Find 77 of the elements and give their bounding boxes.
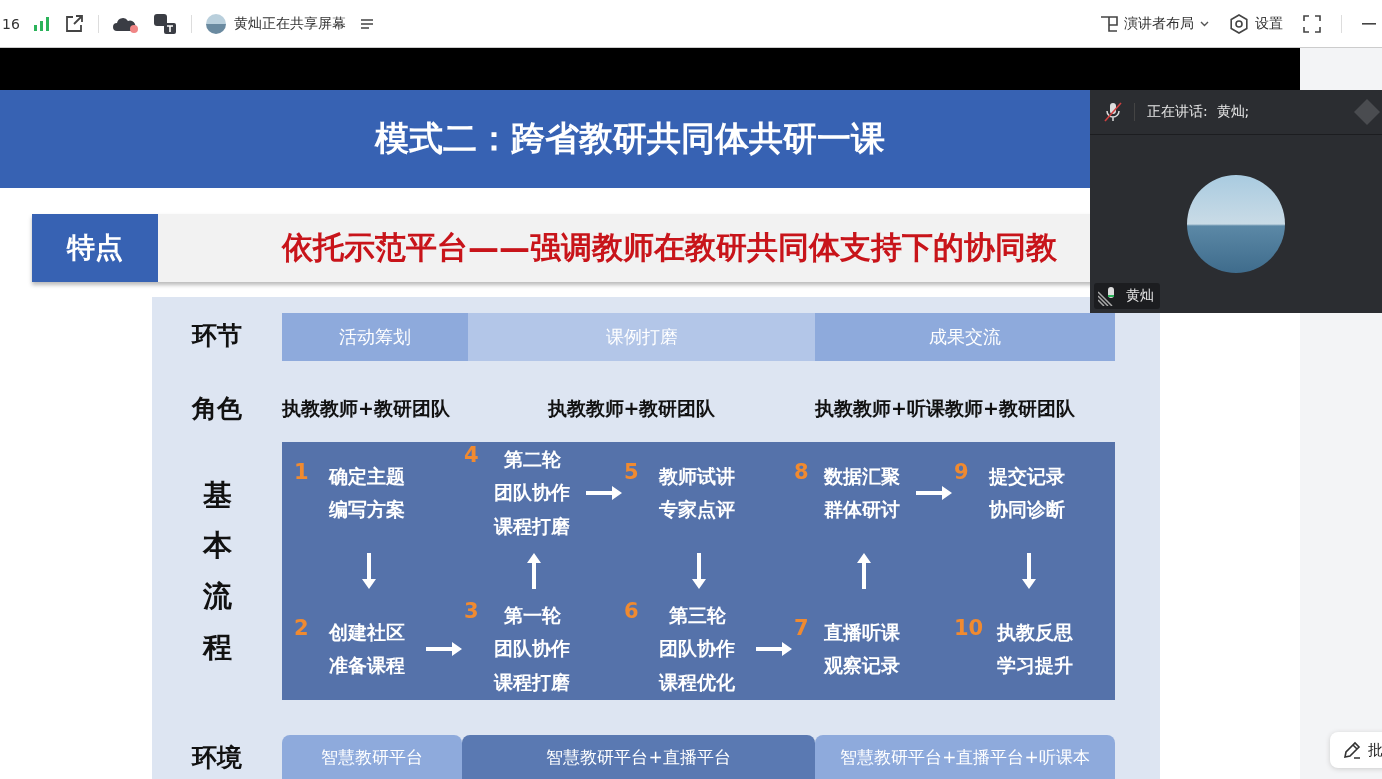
step-text: 课程打磨 (494, 669, 571, 695)
up-arrow-icon (856, 553, 872, 589)
role-text: 执教教师+听课教师+教研团队 (815, 395, 1076, 421)
step-text: 创建社区 (329, 619, 406, 645)
step-text: 群体研讨 (824, 497, 901, 522)
step-text: 专家点评 (659, 497, 736, 522)
avatar (205, 13, 226, 34)
row-label: 基本流程 (202, 476, 232, 666)
step-number: 2 (294, 615, 309, 641)
share-icon[interactable] (63, 13, 84, 34)
step-number: 3 (464, 599, 479, 625)
layout-button[interactable]: 演讲者布局 (1100, 14, 1209, 33)
muted-microphone-icon[interactable] (1104, 102, 1122, 122)
step-number: 6 (624, 599, 639, 625)
step-number: 9 (954, 459, 969, 485)
step-text: 第一轮 (503, 603, 561, 629)
down-arrow-icon (361, 553, 377, 589)
step-number: 4 (464, 443, 479, 469)
step-number: 5 (624, 459, 639, 485)
step-text: 课程优化 (659, 669, 736, 695)
sharing-status-text: 黄灿正在共享屏幕 (233, 14, 346, 33)
participant-name: 黄灿 (1126, 287, 1154, 305)
minimize-icon[interactable] (1362, 22, 1376, 25)
chevron-down-icon (1200, 20, 1209, 27)
feature-text: 依托示范平台——强调教师在教研共同体支持下的协同教 (282, 228, 1057, 267)
layout-icon (1100, 15, 1118, 32)
annotate-button[interactable]: 批 (1330, 732, 1382, 768)
phase-header: 成果交流 (815, 313, 1115, 361)
fullscreen-icon[interactable] (1303, 14, 1321, 33)
step-text: 团队协作 (659, 636, 736, 662)
down-arrow-icon (1021, 553, 1037, 589)
signal-icon (33, 16, 50, 31)
pencil-icon (1342, 740, 1362, 760)
step-text: 第二轮 (503, 447, 561, 473)
right-arrow-icon (586, 485, 622, 501)
step-text: 提交记录 (989, 463, 1066, 489)
time-text: 16 (2, 15, 20, 32)
right-arrow-icon (916, 485, 952, 501)
environment-header: 智慧教研平台+直播平台+听课本 (815, 735, 1115, 779)
speaking-status-text: 正在讲话: 黄灿; (1147, 103, 1250, 121)
feature-tag: 特点 (32, 214, 158, 282)
step-text: 确定主题 (329, 463, 406, 489)
list-icon[interactable] (359, 17, 374, 30)
diamond-icon (1352, 97, 1382, 127)
step-text: 第三轮 (668, 603, 726, 629)
step-text: 准备课程 (329, 653, 406, 678)
right-arrow-icon (426, 641, 462, 657)
step-text: 数据汇聚 (824, 463, 901, 489)
step-number: 1 (294, 459, 309, 485)
step-number: 8 (794, 459, 809, 485)
settings-button[interactable]: 设置 (1229, 13, 1283, 34)
step-text: 直播听课 (824, 619, 901, 645)
step-number: 10 (954, 615, 984, 641)
environment-header: 智慧教研平台+直播平台 (462, 735, 815, 779)
caption-icon[interactable] (152, 12, 177, 35)
step-text: 团队协作 (494, 480, 571, 506)
phase-header: 课例打磨 (468, 313, 815, 361)
step-text: 协同诊断 (989, 497, 1066, 522)
environment-header: 智慧教研平台 (282, 735, 462, 779)
step-text: 教师试讲 (659, 463, 736, 489)
up-arrow-icon (526, 553, 542, 589)
step-text: 团队协作 (494, 636, 571, 662)
down-arrow-icon (691, 553, 707, 589)
step-text: 课程打磨 (494, 513, 571, 539)
settings-icon (1229, 13, 1249, 34)
right-arrow-icon (756, 641, 792, 657)
step-text: 学习提升 (996, 653, 1073, 678)
step-text: 编写方案 (329, 497, 406, 522)
step-text: 观察记录 (824, 653, 901, 678)
role-text: 执教教师+教研团队 (282, 395, 451, 421)
role-text: 执教教师+教研团队 (546, 395, 717, 421)
step-number: 7 (794, 615, 809, 641)
phase-header: 活动筹划 (282, 313, 468, 361)
row-label: 环节 (190, 320, 243, 352)
row-label: 角色 (190, 393, 243, 425)
row-label: 环境 (190, 741, 243, 774)
step-text: 执教反思 (996, 619, 1073, 645)
